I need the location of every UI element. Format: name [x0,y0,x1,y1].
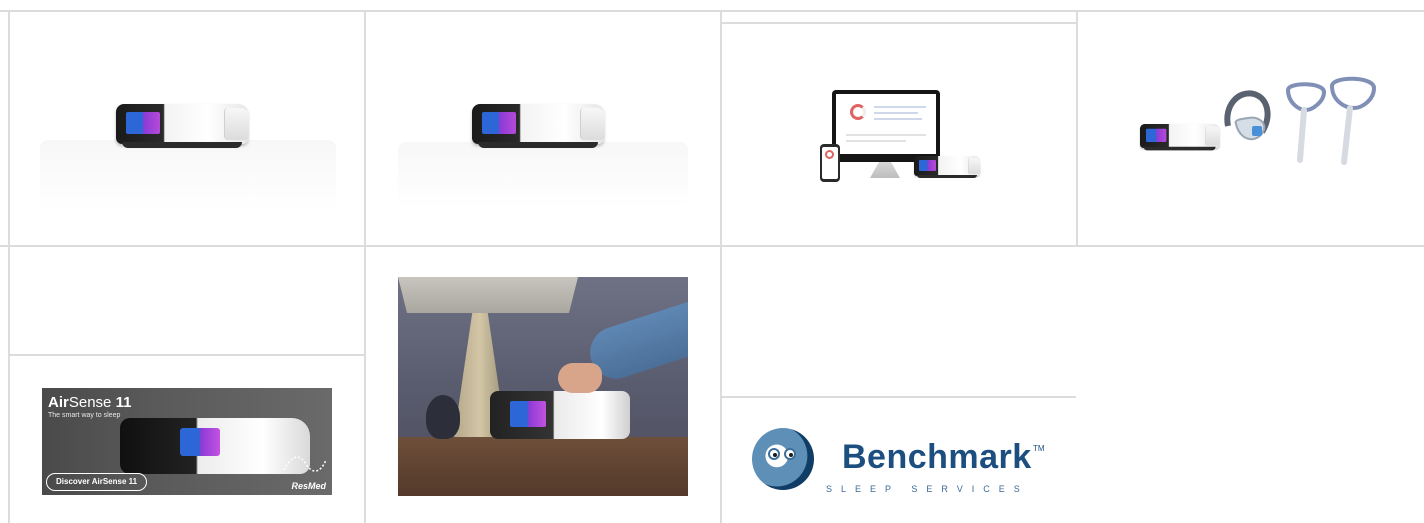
cpap-device-image [116,104,249,150]
phone-image [820,144,840,182]
logo-tagline: SLEEP SERVICES [826,484,1029,494]
owl-logo-icon [752,428,814,490]
banner-title: AirSense 11 [48,394,132,411]
airsense-banner[interactable]: AirSense 11 The smart way to sleep Disco… [42,388,332,495]
bedside-photo[interactable] [398,277,688,496]
nasal-pillow-mask-icon [1329,76,1377,165]
product-tile-2[interactable] [366,12,720,245]
empty-tile [10,247,364,354]
grid-line-left-bottom [10,354,364,356]
banner-subtitle: The smart way to sleep [48,412,121,419]
nasal-mask-icon [1285,82,1327,163]
cpap-device-image [472,104,605,150]
cpap-device-image [1140,124,1220,152]
discover-button[interactable]: Discover AirSense 11 [46,473,148,491]
benchmark-logo-tile[interactable]: Benchmark TM SLEEP SERVICES [722,398,1076,523]
wave-graphic-icon [283,456,327,472]
product-tile-1[interactable] [10,12,364,245]
product-backdrop [398,142,688,208]
resmed-logo: ResMed [291,481,326,491]
trademark: TM [1033,444,1045,453]
full-face-mask-icon [1224,90,1271,140]
monitor-image [832,90,940,162]
logo-name: Benchmark [842,438,1032,476]
cpap-device-image [914,156,981,179]
product-backdrop [40,140,336,210]
